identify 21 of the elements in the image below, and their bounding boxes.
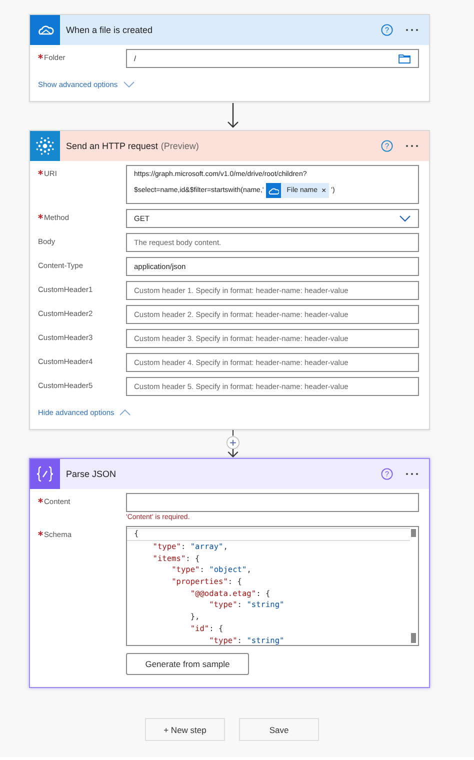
- add-step-icon[interactable]: [226, 436, 240, 450]
- generate-button[interactable]: Generate from sample: [126, 653, 249, 675]
- network-icon: [35, 136, 55, 156]
- connector-arrow: [227, 103, 239, 129]
- save-button[interactable]: Save: [239, 718, 319, 741]
- scrollbar[interactable]: [410, 529, 417, 643]
- more-icon[interactable]: [405, 472, 419, 476]
- input-field[interactable]: [126, 493, 419, 512]
- more-icon[interactable]: [405, 144, 419, 148]
- cloud-icon: [268, 186, 279, 196]
- folder-icon[interactable]: [398, 53, 411, 64]
- card-subtitle: (Preview): [160, 141, 199, 151]
- new-step-button[interactable]: + New step: [145, 718, 225, 741]
- card-title: Send an HTTP request: [66, 141, 158, 151]
- card-title: When a file is created: [66, 25, 153, 35]
- card-title: Parse JSON: [66, 469, 116, 479]
- chevron-up-icon[interactable]: [119, 409, 132, 416]
- connector-arrow: [227, 449, 239, 458]
- more-icon[interactable]: [405, 28, 419, 32]
- braces-icon: [35, 464, 55, 484]
- chevron-down-icon[interactable]: [399, 215, 411, 222]
